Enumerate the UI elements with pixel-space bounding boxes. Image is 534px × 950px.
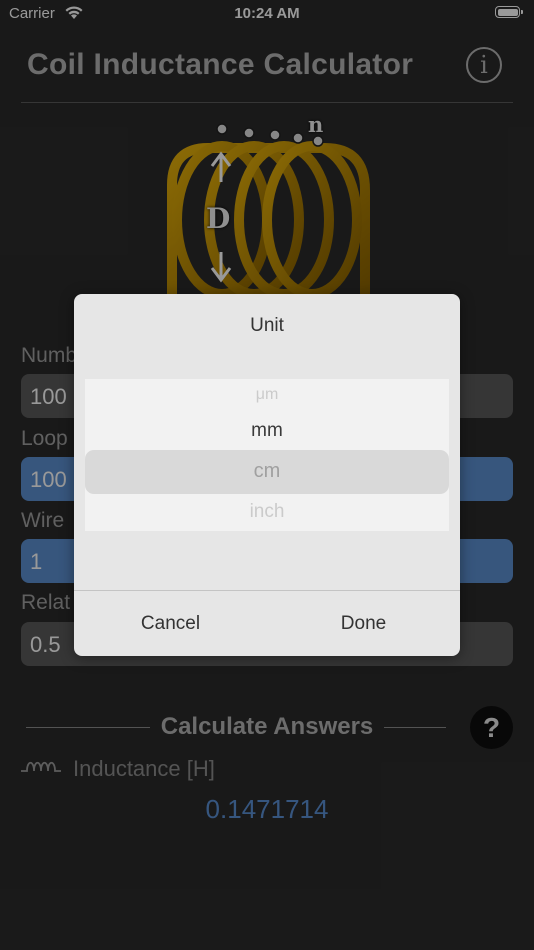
picker-option-um[interactable]: μm — [74, 386, 460, 404]
picker-option-mm[interactable]: mm — [74, 420, 460, 442]
cancel-button[interactable]: Cancel — [74, 613, 267, 635]
picker-option-inch[interactable]: inch — [74, 501, 460, 523]
picker-divider — [74, 590, 460, 591]
picker-option-cm[interactable]: cm — [74, 460, 460, 483]
done-button[interactable]: Done — [267, 613, 460, 635]
picker-title: Unit — [250, 315, 284, 336]
unit-picker-dialog: Unit μm mm cm inch Cancel Done — [74, 294, 460, 656]
